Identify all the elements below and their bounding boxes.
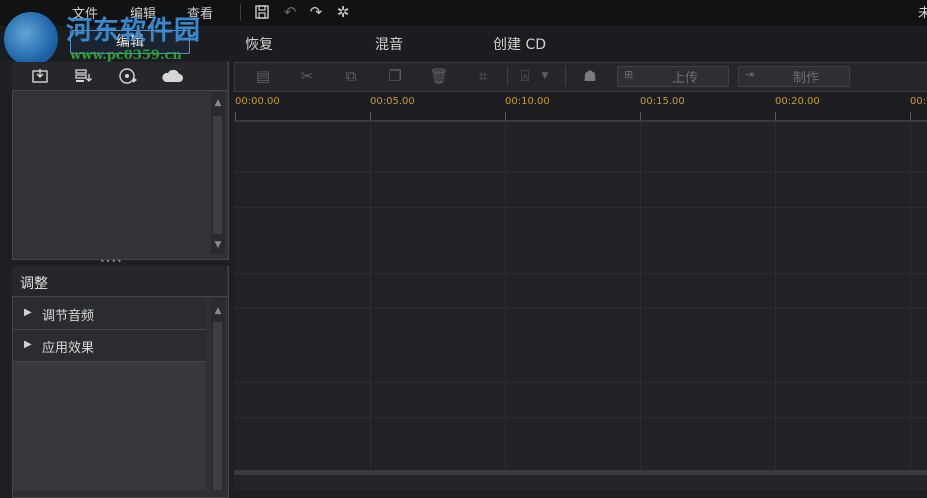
watermark-url: www.pc0359.cn [70, 48, 182, 63]
save-icon[interactable] [252, 2, 272, 22]
paste-icon[interactable]: ❐ [384, 66, 406, 86]
scroll-down-arrow-icon[interactable]: ▼ [211, 240, 225, 250]
tick-label: 00:00.00 [235, 96, 280, 107]
export-icon: ⇥ [745, 68, 755, 81]
timeline-bottom-area [234, 475, 927, 490]
toolbar-separator [507, 66, 508, 86]
tick-label: 00:2 [910, 96, 927, 107]
cd-rip-icon[interactable] [116, 66, 140, 86]
tab-mix[interactable]: 混音 [375, 34, 403, 54]
chevron-down-icon[interactable]: ▼ [538, 66, 552, 86]
toolbar-separator [565, 66, 566, 86]
adjust-item-label: 应用效果 [42, 341, 95, 356]
upload-label: 上传 [672, 71, 699, 86]
adjust-item-label: 调节音频 [42, 309, 95, 324]
tick-mark [910, 112, 911, 120]
track-divider [234, 172, 927, 173]
tick-mark [640, 112, 641, 120]
adjust-panel-title: 调整 [20, 276, 48, 292]
tick-mark [775, 112, 776, 120]
timeline-ruler[interactable] [234, 92, 927, 122]
produce-button[interactable]: ⇥ 制作 [738, 66, 850, 87]
grid-line [775, 122, 776, 490]
crop-icon[interactable]: ⌗ [472, 66, 494, 86]
toolbar-separator [240, 4, 241, 21]
library-scroll-thumb[interactable] [213, 116, 222, 234]
scroll-up-arrow-icon[interactable]: ▲ [211, 98, 225, 108]
track-divider [234, 207, 927, 208]
tick-label: 00:10.00 [505, 96, 550, 107]
tick-mark [235, 112, 236, 120]
timeline-track-area[interactable] [234, 122, 927, 472]
tick-mark [505, 112, 506, 120]
window-title-fragment: 未 [918, 6, 927, 21]
scroll-up-arrow-icon[interactable]: ▲ [211, 306, 225, 316]
track-divider [234, 273, 927, 274]
library-panel [12, 62, 229, 260]
expand-arrow-icon[interactable]: ▶ [24, 307, 32, 318]
marker-icon[interactable]: ⍓ [514, 66, 536, 86]
produce-label: 制作 [793, 71, 820, 86]
cut-icon[interactable]: ✂ [296, 66, 318, 86]
copy-icon[interactable]: ⧉ [340, 66, 362, 86]
undo-icon[interactable]: ↶ [280, 2, 300, 22]
grid-line [505, 122, 506, 490]
redo-icon[interactable]: ↷ [306, 2, 326, 22]
delete-icon[interactable]: 🗑 [428, 66, 450, 86]
tab-create-cd[interactable]: 创建 CD [493, 34, 546, 54]
watermark-logo-icon [4, 12, 58, 66]
import-icon[interactable] [28, 66, 52, 86]
tick-label: 00:15.00 [640, 96, 685, 107]
grid-line [370, 122, 371, 490]
upload-icon: ⊞ [624, 68, 634, 81]
upload-button[interactable]: ⊞ 上传 [617, 66, 729, 87]
grid-line [910, 122, 911, 490]
adjust-panel-body [13, 362, 206, 490]
grid-line [640, 122, 641, 490]
add-track-icon[interactable] [72, 66, 96, 86]
watermark-title: 河东软件园 [66, 16, 202, 46]
properties-icon[interactable]: ▤ [252, 66, 274, 86]
adjust-scroll-thumb[interactable] [213, 322, 222, 490]
track-divider [234, 308, 927, 309]
bot-icon[interactable]: ☗ [576, 66, 604, 86]
expand-arrow-icon[interactable]: ▶ [24, 339, 32, 350]
tab-restore[interactable]: 恢复 [245, 34, 273, 54]
tick-mark [370, 112, 371, 120]
track-divider [234, 417, 927, 418]
cloud-icon[interactable] [160, 66, 184, 86]
tick-label: 00:05.00 [370, 96, 415, 107]
settings-icon[interactable]: ✲ [333, 2, 353, 22]
track-divider [234, 382, 927, 383]
panel-splitter-grip[interactable]: •••• [100, 258, 122, 266]
tick-label: 00:20.00 [775, 96, 820, 107]
